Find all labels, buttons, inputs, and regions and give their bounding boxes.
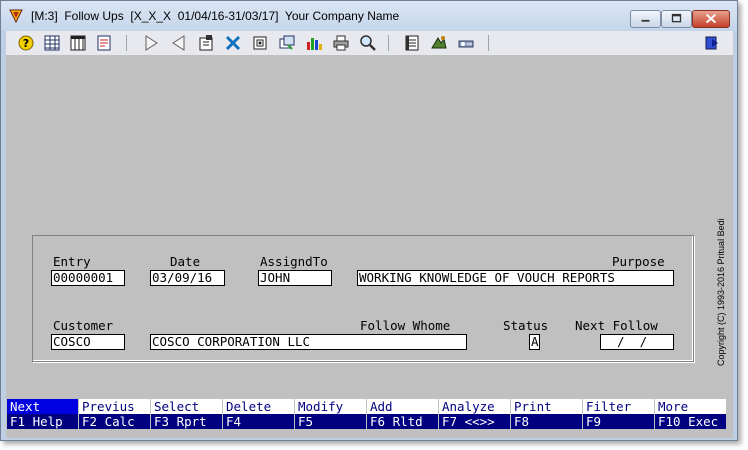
fkey-print[interactable]: Print F8 — [511, 398, 582, 430]
minimize-icon — [641, 19, 650, 22]
fkey-select[interactable]: Select F3 Rprt — [151, 398, 222, 430]
fkey-previus[interactable]: Previus F2 Calc — [79, 398, 150, 430]
exit-icon — [705, 36, 718, 50]
date-label: Date — [170, 254, 201, 269]
status-label: Status — [503, 318, 549, 333]
assigned-to-label: AssigndTo — [260, 254, 328, 269]
customer-label: Customer — [53, 318, 114, 333]
fkey-filter[interactable]: Filter F9 — [583, 398, 654, 430]
toolbar-print-button[interactable] — [332, 34, 350, 52]
purpose-field[interactable]: WORKING KNOWLEDGE OF VOUCH REPORTS — [357, 270, 674, 286]
toolbar-separator — [488, 35, 489, 51]
fkey-key-label: F4 — [223, 414, 294, 429]
toolbar-help-button[interactable]: ? — [17, 34, 35, 52]
date-field[interactable]: 03/09/16 — [150, 270, 225, 286]
fkey-key-label: F2 Calc — [79, 414, 150, 429]
follow-whome-label: Follow Whome — [360, 318, 451, 333]
svg-text:?: ? — [23, 37, 29, 50]
print-icon — [333, 35, 349, 51]
toolbar-attach-button[interactable] — [251, 34, 269, 52]
close-icon — [705, 13, 717, 24]
toolbar-table-button[interactable] — [69, 34, 87, 52]
report-icon — [97, 35, 111, 51]
next-follow-field[interactable]: / / — [600, 334, 674, 350]
toolbar-stamp-button[interactable] — [430, 34, 448, 52]
fkey-action-label: Modify — [295, 399, 366, 414]
entry-label: Entry — [53, 254, 91, 269]
fkey-action-label: Next — [7, 399, 78, 414]
fkey-add[interactable]: Add F6 Rltd — [367, 398, 438, 430]
follow-whome-field[interactable]: COSCO CORPORATION LLC — [150, 334, 467, 350]
toolbar-grid-button[interactable] — [43, 34, 61, 52]
toolbar-exit-button[interactable] — [703, 34, 721, 52]
notes-icon — [405, 35, 419, 51]
window-title: [M:3] Follow Ups [X_X_X 01/04/16-31/03/1… — [31, 9, 400, 23]
fkey-action-label: Filter — [583, 399, 654, 414]
tools-icon — [225, 35, 241, 51]
toolbar-find-button[interactable] — [359, 34, 377, 52]
find-icon — [360, 35, 376, 51]
grid-icon — [44, 35, 60, 51]
status-field[interactable]: A — [529, 334, 540, 350]
fkey-action-label: Previus — [79, 399, 150, 414]
fkey-action-label: Select — [151, 399, 222, 414]
fkey-key-label: F9 — [583, 414, 654, 429]
stamp-icon — [431, 36, 447, 49]
fkey-modify[interactable]: Modify F5 — [295, 398, 366, 430]
fkey-key-label: F6 Rltd — [367, 414, 438, 429]
fkey-next[interactable]: Next F1 Help — [7, 398, 78, 430]
attach-icon — [253, 36, 267, 50]
fkey-analyze[interactable]: Analyze F7 <<>> — [439, 398, 510, 430]
table-icon — [70, 35, 86, 51]
fkey-action-label: More — [655, 399, 726, 414]
toolbar-keys-button[interactable] — [457, 34, 475, 52]
function-key-bar: Next F1 Help Previus F2 Calc Select F3 R… — [5, 398, 732, 430]
title-bar[interactable]: [M:3] Follow Ups [X_X_X 01/04/16-31/03/1… — [1, 1, 737, 31]
fkey-key-label: F5 — [295, 414, 366, 429]
toolbar-tools-button[interactable] — [224, 34, 242, 52]
toolbar-chart-button[interactable] — [305, 34, 323, 52]
app-logo-icon — [9, 9, 23, 23]
fkey-key-label: F3 Rprt — [151, 414, 222, 429]
maximize-button[interactable] — [661, 10, 692, 28]
toolbar-previous-record-button[interactable] — [170, 34, 188, 52]
minimize-button[interactable] — [630, 10, 661, 28]
fkey-key-label: F1 Help — [7, 414, 78, 429]
browse-icon — [279, 35, 295, 50]
toolbar: ? — [6, 31, 733, 55]
fkey-action-label: Print — [511, 399, 582, 414]
toolbar-browse-button[interactable] — [278, 34, 296, 52]
purpose-label: Purpose — [612, 254, 665, 269]
new-record-icon — [199, 35, 213, 51]
toolbar-separator — [388, 35, 389, 51]
previous-record-icon — [172, 35, 185, 51]
next-record-icon — [145, 35, 158, 51]
toolbar-next-record-button[interactable] — [142, 34, 160, 52]
fkey-action-label: Add — [367, 399, 438, 414]
close-button[interactable] — [692, 10, 730, 28]
maximize-icon — [671, 13, 682, 23]
chart-icon — [307, 38, 322, 50]
toolbar-separator — [126, 35, 127, 51]
fkey-key-label: F10 Exec — [655, 414, 726, 429]
fkey-key-label: F8 — [511, 414, 582, 429]
toolbar-new-record-button[interactable] — [197, 34, 215, 52]
fkey-action-label: Analyze — [439, 399, 510, 414]
next-follow-label: Next Follow — [575, 318, 658, 333]
fkey-key-label: F7 <<>> — [439, 414, 510, 429]
toolbar-report-button[interactable] — [95, 34, 113, 52]
entry-field[interactable]: 00000001 — [51, 270, 125, 286]
fkey-more[interactable]: More F10 Exec — [655, 398, 726, 430]
copyright-text: Copyright (C) 1993-2016 Pritual Bedi — [716, 218, 726, 366]
assigned-to-field[interactable]: JOHN — [258, 270, 332, 286]
customer-field[interactable]: COSCO — [51, 334, 125, 350]
app-window: [M:3] Follow Ups [X_X_X 01/04/16-31/03/1… — [0, 0, 738, 441]
fkey-action-label: Delete — [223, 399, 294, 414]
help-icon: ? — [18, 35, 34, 51]
toolbar-notes-button[interactable] — [403, 34, 421, 52]
keys-icon — [458, 40, 474, 48]
fkey-delete[interactable]: Delete F4 — [223, 398, 294, 430]
